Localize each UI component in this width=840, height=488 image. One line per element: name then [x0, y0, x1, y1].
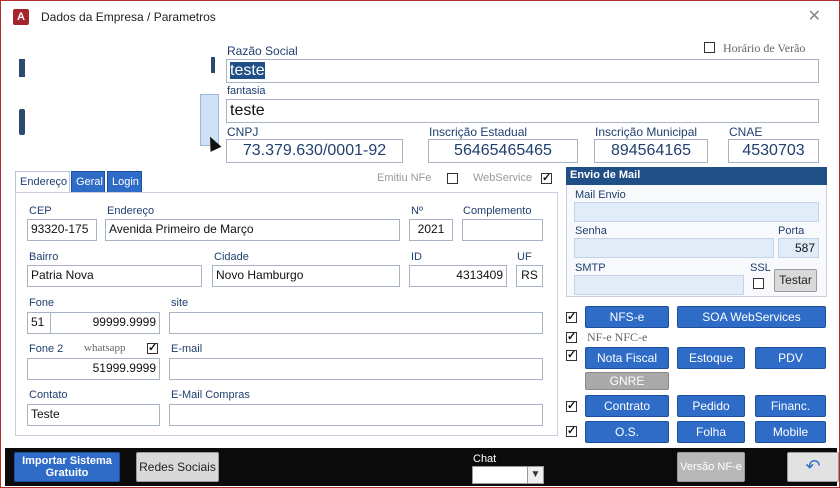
horario-verao-label: Horário de Verão	[723, 41, 806, 55]
contato-field[interactable]: Teste	[27, 404, 160, 426]
nfe-nfce-checkbox[interactable]	[566, 330, 577, 343]
endereco-field[interactable]: Avenida Primeiro de Março	[105, 219, 400, 241]
financ-button[interactable]: Financ.	[755, 395, 826, 417]
mail-panel-heading: Envio de Mail	[566, 167, 827, 185]
razao-social-label: Razão Social	[227, 44, 298, 58]
fone-field[interactable]: 99999.9999	[50, 312, 160, 334]
inscricao-municipal-label: Inscrição Municipal	[595, 125, 698, 139]
mail-envio-label: Mail Envio	[575, 189, 626, 201]
nota-fiscal-checkbox[interactable]	[566, 348, 577, 361]
logo-fragment-3	[211, 57, 215, 73]
razao-social-value: teste	[230, 62, 265, 79]
undo-arrow-icon[interactable]: ↶	[787, 452, 839, 482]
senha-label: Senha	[575, 225, 607, 237]
logo-fragment-1	[19, 59, 25, 77]
cep-field[interactable]: 93320-175	[27, 219, 97, 241]
nfse-button[interactable]: NFS-e	[585, 306, 669, 328]
testar-button[interactable]: Testar	[774, 269, 817, 292]
whatsapp-checkbox[interactable]	[147, 341, 158, 354]
email-label: E-mail	[171, 343, 203, 355]
fantasia-field[interactable]: teste	[226, 99, 819, 123]
contrato-button[interactable]: Contrato	[585, 395, 669, 417]
nota-fiscal-button[interactable]: Nota Fiscal	[585, 347, 669, 369]
estoque-button[interactable]: Estoque	[677, 347, 745, 369]
cep-label: CEP	[29, 205, 52, 217]
nfse-checkbox[interactable]	[566, 310, 577, 323]
porta-field[interactable]: 587	[778, 238, 819, 258]
chat-label: Chat	[473, 453, 497, 465]
gnre-button[interactable]: GNRE	[585, 372, 669, 390]
tab-geral[interactable]: Geral	[71, 171, 105, 193]
porta-label: Porta	[778, 225, 805, 237]
ssl-label: SSL	[750, 262, 771, 274]
cnpj-label: CNPJ	[227, 125, 259, 139]
fone2-label: Fone 2	[29, 343, 64, 355]
complemento-field[interactable]	[462, 219, 543, 241]
mobile-button[interactable]: Mobile	[755, 421, 826, 443]
company-settings-window: A Dados da Empresa / Parametros ✕ Razão …	[0, 0, 840, 488]
logo-fragment-2	[19, 109, 25, 135]
redes-sociais-button[interactable]: Redes Sociais	[136, 452, 219, 482]
contato-label: Contato	[29, 389, 68, 401]
smtp-label: SMTP	[575, 262, 606, 274]
fone-ddd-field[interactable]: 51	[27, 312, 51, 334]
pdv-button[interactable]: PDV	[755, 347, 826, 369]
chat-select[interactable]: ▼	[472, 466, 544, 484]
access-app-icon: A	[13, 9, 29, 25]
title-bar: A Dados da Empresa / Parametros ✕	[1, 1, 839, 32]
nfe-nfce-label: NF-e NFC-e	[587, 330, 648, 344]
webservice-checkbox[interactable]	[541, 171, 552, 184]
window-title: Dados da Empresa / Parametros	[41, 10, 216, 24]
numero-label: Nº	[411, 205, 423, 217]
senha-field[interactable]	[574, 238, 774, 258]
horario-verao-checkbox[interactable]	[704, 42, 715, 53]
versao-nfe-button[interactable]: Versão NF-e	[677, 452, 745, 482]
webservice-label: WebService	[473, 172, 533, 184]
bairro-field[interactable]: Patria Nova	[27, 265, 202, 287]
tab-login[interactable]: Login	[107, 171, 142, 193]
ssl-checkbox[interactable]	[753, 278, 764, 289]
close-icon[interactable]: ✕	[808, 6, 821, 26]
importar-sistema-button[interactable]: Importar Sistema Gratuito	[14, 452, 120, 482]
cnpj-field[interactable]: 73.379.630/0001-92	[226, 139, 403, 163]
cnae-label: CNAE	[729, 125, 763, 139]
id-field[interactable]: 4313409	[409, 265, 507, 287]
soa-webservices-button[interactable]: SOA WebServices	[677, 306, 826, 328]
site-label: site	[171, 297, 189, 309]
os-checkbox[interactable]	[566, 424, 577, 437]
bairro-label: Bairro	[29, 251, 59, 263]
email-compras-label: E-Mail Compras	[171, 389, 250, 401]
pedido-button[interactable]: Pedido	[677, 395, 745, 417]
id-label: ID	[411, 251, 422, 263]
fantasia-label: fantasia	[227, 85, 266, 97]
contrato-checkbox[interactable]	[566, 399, 577, 412]
cidade-field[interactable]: Novo Hamburgo	[212, 265, 400, 287]
emitiu-nfe-checkbox[interactable]	[447, 173, 458, 184]
email-compras-field[interactable]	[169, 404, 543, 426]
folha-button[interactable]: Folha	[677, 421, 745, 443]
endereco-label: Endereço	[107, 205, 155, 217]
complemento-label: Complemento	[463, 205, 532, 217]
tab-endereco[interactable]: Endereço	[15, 171, 70, 193]
fone2-field[interactable]: 51999.9999	[27, 358, 160, 380]
site-field[interactable]	[169, 312, 543, 334]
chevron-down-icon[interactable]: ▼	[527, 467, 543, 483]
smtp-field[interactable]	[574, 275, 744, 295]
inscricao-estadual-field[interactable]: 56465465465	[428, 139, 578, 163]
cidade-label: Cidade	[214, 251, 249, 263]
cnae-field[interactable]: 4530703	[728, 139, 819, 163]
numero-field[interactable]: 2021	[409, 219, 453, 241]
email-field[interactable]	[169, 358, 543, 380]
uf-label: UF	[517, 251, 532, 263]
fone-label: Fone	[29, 297, 55, 309]
uf-field[interactable]: RS	[516, 265, 543, 287]
footer-bar: Importar Sistema Gratuito Redes Sociais …	[5, 448, 839, 486]
inscricao-estadual-label: Inscrição Estadual	[429, 125, 528, 139]
os-button[interactable]: O.S.	[585, 421, 669, 443]
whatsapp-label: whatsapp	[84, 342, 126, 354]
mail-envio-field[interactable]	[574, 202, 819, 222]
razao-social-field[interactable]: teste	[226, 59, 819, 83]
inscricao-municipal-field[interactable]: 894564165	[594, 139, 708, 163]
emitiu-nfe-label: Emitiu NFe	[377, 172, 432, 184]
